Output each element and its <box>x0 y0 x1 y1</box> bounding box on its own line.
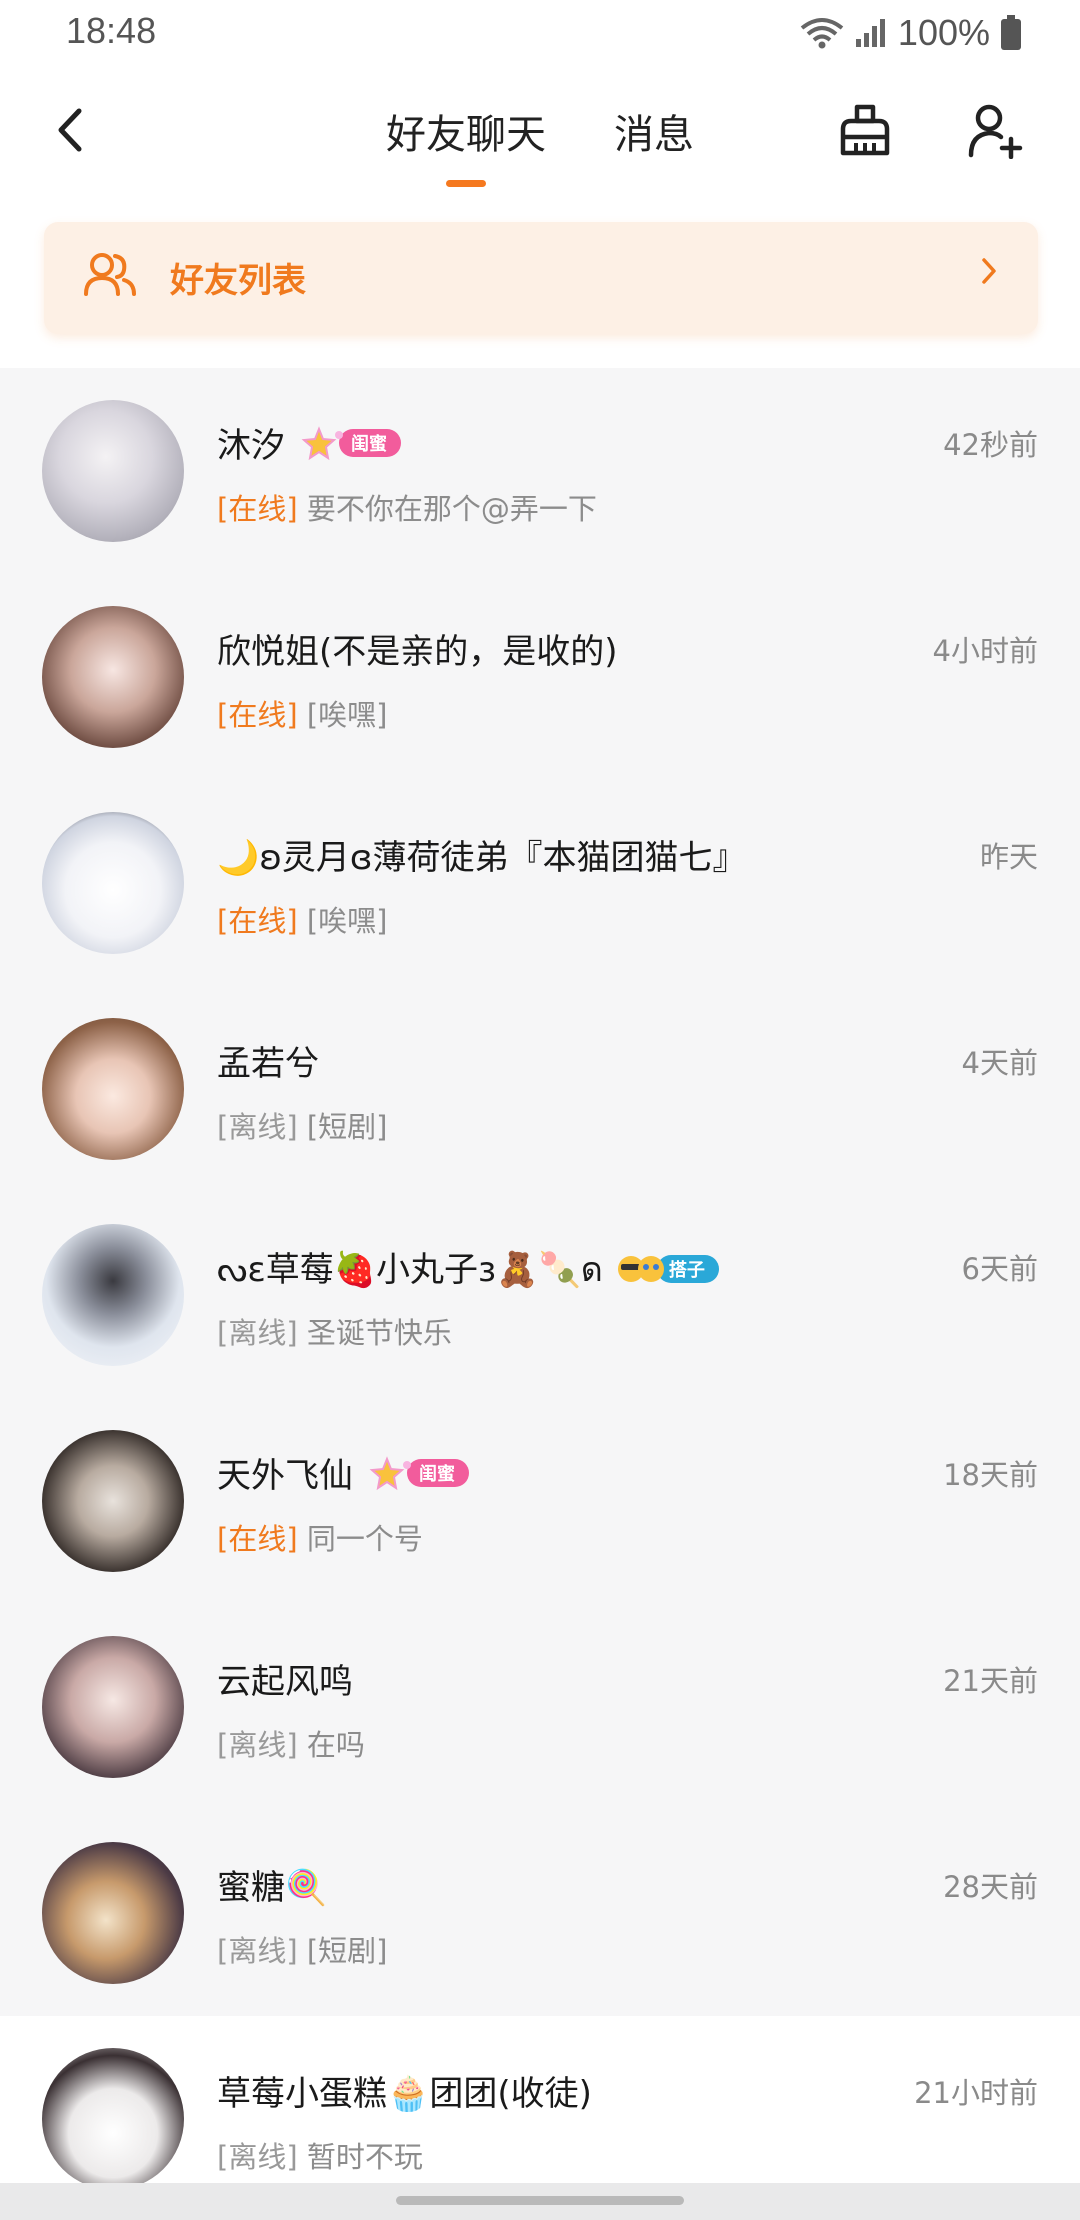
offline-status: [离线] <box>217 2140 298 2174</box>
last-message: 圣诞节快乐 <box>306 1316 452 1350</box>
add-friend-button[interactable] <box>960 96 1030 166</box>
message-time: 6天前 <box>961 1252 1038 1286</box>
message-time: 18天前 <box>943 1458 1038 1492</box>
home-indicator[interactable] <box>396 2196 684 2205</box>
message-time: 4天前 <box>961 1046 1038 1080</box>
chevron-left-icon <box>58 108 82 152</box>
offline-status: [离线] <box>217 1110 298 1144</box>
last-message: [唉嘿] <box>306 698 388 732</box>
conversation-row[interactable]: ᔓɛ草莓🍓小丸子ɜ🧸🍡ด 搭子 6天前 [离线] 圣诞节快乐 <box>0 1192 1080 1398</box>
last-message: [唉嘿] <box>306 904 388 938</box>
contact-name: 沐汐 <box>217 426 285 466</box>
friends-icon <box>84 253 136 296</box>
badge-label: 闺蜜 <box>339 428 401 457</box>
active-tab-indicator <box>446 180 486 187</box>
nav-bar: 好友聊天 消息 <box>0 80 1080 200</box>
conversation-row[interactable]: 欣悦姐(不是亲的，是收的) 4小时前 [在线] [唉嘿] <box>0 574 1080 780</box>
offline-status: [离线] <box>217 1728 298 1762</box>
message-time: 42秒前 <box>943 428 1038 462</box>
offline-status: [离线] <box>217 1316 298 1350</box>
avatar <box>42 1018 184 1160</box>
wifi-icon <box>800 18 844 49</box>
contact-name: 欣悦姐(不是亲的，是收的) <box>217 632 618 672</box>
conversation-row[interactable]: 沐汐 闺蜜 42秒前 [在线] 要不你在那个@弄一下 <box>0 368 1080 574</box>
avatar <box>42 400 184 542</box>
contact-name: 草莓小蛋糕🧁团团(收徒) <box>217 2074 592 2114</box>
battery-icon <box>1001 15 1021 50</box>
badge-label: 搭子 <box>656 1255 719 1283</box>
contact-name: 孟若兮 <box>217 1044 319 1084</box>
friend-list-label: 好友列表 <box>170 261 306 301</box>
tab-messages[interactable]: 消息 <box>614 102 694 160</box>
stars-icon <box>369 1455 411 1490</box>
avatar <box>42 1842 184 1984</box>
online-status: [在线] <box>217 1522 298 1556</box>
relationship-badge: 搭子 <box>615 1253 719 1285</box>
badge-label: 闺蜜 <box>407 1458 469 1487</box>
contact-name: 云起风鸣 <box>217 1662 353 1702</box>
contact-name: 天外飞仙 <box>217 1456 353 1496</box>
status-bar: 18:48 100% <box>0 0 1080 66</box>
clear-messages-button[interactable] <box>830 96 900 166</box>
avatar <box>42 812 184 954</box>
last-message: 暂时不玩 <box>306 2140 423 2174</box>
add-user-icon <box>968 104 1023 159</box>
relationship-badge: 闺蜜 <box>297 425 401 460</box>
conversation-row[interactable]: 天外飞仙 闺蜜 18天前 [在线] 同一个号 <box>0 1398 1080 1604</box>
relationship-badge: 闺蜜 <box>365 1455 469 1490</box>
message-time: 21小时前 <box>914 2076 1038 2110</box>
emoji-faces-icon <box>617 1256 664 1282</box>
conversation-row[interactable]: 蜜糖🍭 28天前 [离线] [短剧] <box>0 1810 1080 2016</box>
last-message: 同一个号 <box>306 1522 423 1556</box>
offline-status: [离线] <box>217 1934 298 1968</box>
signal-icon <box>855 19 885 47</box>
last-message: [短剧] <box>306 1934 388 1968</box>
status-indicators: 100% <box>800 12 1022 54</box>
contact-name: 蜜糖🍭 <box>217 1868 328 1908</box>
tab-friend-chat[interactable]: 好友聊天 <box>386 102 546 160</box>
contact-name: ᔓɛ草莓🍓小丸子ɜ🧸🍡ด <box>217 1250 603 1290</box>
online-status: [在线] <box>217 492 298 526</box>
last-message: [短剧] <box>306 1110 388 1144</box>
avatar <box>42 1224 184 1366</box>
battery-percent: 100% <box>897 12 990 53</box>
conversation-row[interactable]: 云起风鸣 21天前 [离线] 在吗 <box>0 1604 1080 1810</box>
conversation-row[interactable]: 🌙ʚ灵月ɞ薄荷徒弟『本猫团猫七』 昨天 [在线] [唉嘿] <box>0 780 1080 986</box>
chevron-right-icon <box>982 258 996 284</box>
stars-icon <box>301 425 343 460</box>
conversation-list: 沐汐 闺蜜 42秒前 [在线] 要不你在那个@弄一下 欣悦姐(不是亲的，是收的)… <box>0 368 1080 2220</box>
friend-list-entry[interactable]: 好友列表 <box>44 222 1038 334</box>
online-status: [在线] <box>217 904 298 938</box>
message-time: 28天前 <box>943 1870 1038 1904</box>
last-message: 在吗 <box>306 1728 365 1762</box>
last-message: 要不你在那个@弄一下 <box>306 492 597 526</box>
back-button[interactable] <box>40 100 100 160</box>
message-time: 21天前 <box>943 1664 1038 1698</box>
status-time: 18:48 <box>66 10 157 51</box>
message-time: 昨天 <box>979 840 1038 874</box>
online-status: [在线] <box>217 698 298 732</box>
contact-name: 🌙ʚ灵月ɞ薄荷徒弟『本猫团猫七』 <box>217 838 747 878</box>
avatar <box>42 1636 184 1778</box>
broom-icon <box>840 104 890 156</box>
avatar <box>42 1430 184 1572</box>
message-time: 4小时前 <box>932 634 1038 668</box>
avatar <box>42 2048 184 2190</box>
avatar <box>42 606 184 748</box>
conversation-row[interactable]: 孟若兮 4天前 [离线] [短剧] <box>0 986 1080 1192</box>
